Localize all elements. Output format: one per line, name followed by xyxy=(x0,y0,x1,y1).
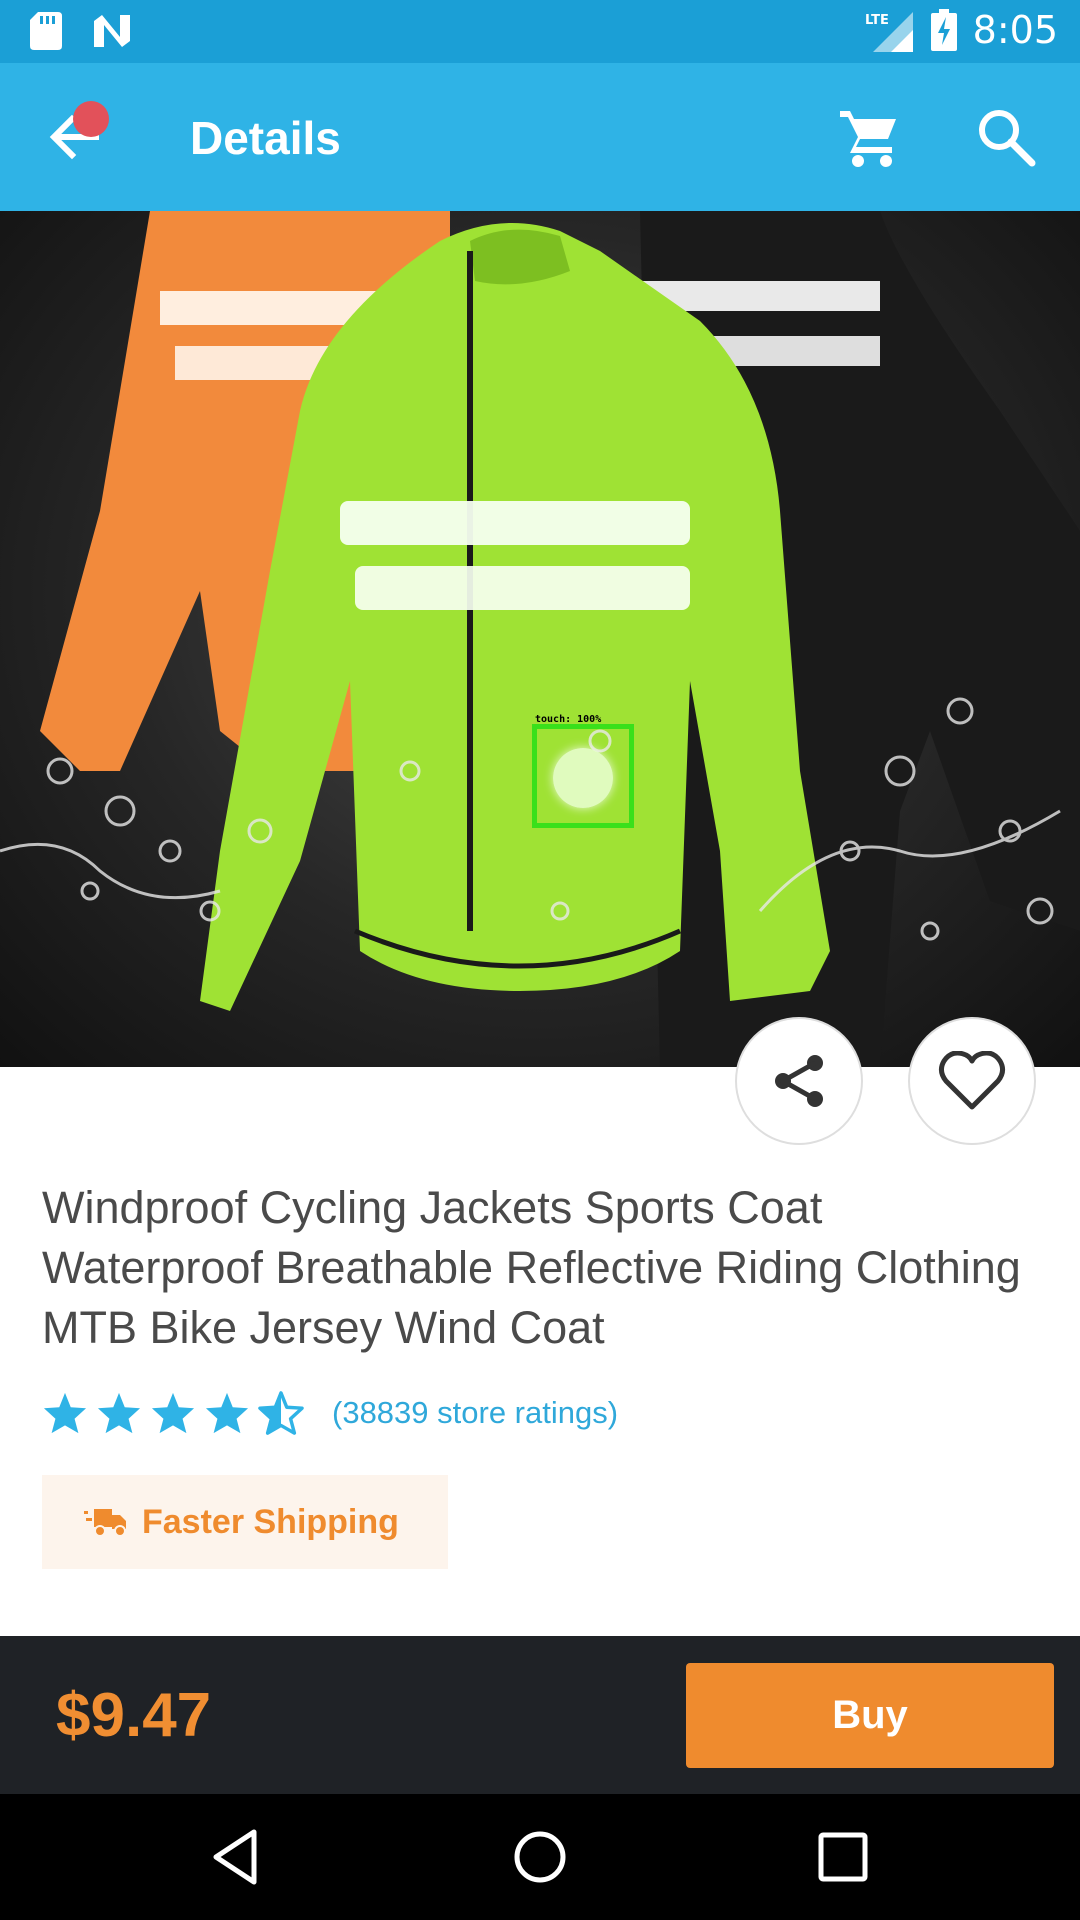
star-full-icon xyxy=(205,1392,249,1434)
status-time: 8:05 xyxy=(972,8,1058,52)
shipping-label: Faster Shipping xyxy=(142,1502,399,1541)
product-image[interactable]: touch: 100% xyxy=(0,211,1080,1067)
svg-text:LTE: LTE xyxy=(865,13,889,28)
star-full-icon xyxy=(151,1392,195,1434)
delivery-truck-icon xyxy=(84,1509,126,1537)
star-rating xyxy=(42,1391,304,1435)
buy-button[interactable]: Buy xyxy=(686,1663,1054,1768)
jacket-illustration xyxy=(0,211,1080,1067)
page-title: Details xyxy=(190,112,341,164)
touch-indicator-dot xyxy=(553,748,613,808)
rating-row[interactable]: (38839 store ratings) xyxy=(42,1391,618,1435)
share-button[interactable] xyxy=(735,1017,863,1145)
nav-back-icon[interactable] xyxy=(204,1824,270,1890)
sd-card-icon xyxy=(30,12,62,50)
app-bar: Details xyxy=(0,63,1080,211)
lte-signal-icon: LTE xyxy=(865,12,913,52)
favorite-button[interactable] xyxy=(908,1017,1036,1145)
rating-count-link[interactable]: (38839 store ratings) xyxy=(332,1395,618,1431)
system-nav-bar xyxy=(0,1794,1080,1920)
shipping-badge: Faster Shipping xyxy=(42,1475,448,1569)
shopping-cart-icon[interactable] xyxy=(838,107,900,169)
nav-recents-icon[interactable] xyxy=(810,1824,876,1890)
price: $9.47 xyxy=(56,1681,212,1750)
product-title: Windproof Cycling Jackets Sports Coat Wa… xyxy=(42,1182,1021,1353)
status-bar: LTE 8:05 xyxy=(0,0,1080,63)
search-icon[interactable] xyxy=(976,107,1036,167)
nav-home-icon[interactable] xyxy=(507,1824,573,1890)
n-notification-icon xyxy=(94,15,130,47)
star-half-icon xyxy=(258,1391,304,1435)
notification-dot xyxy=(73,101,109,137)
share-icon xyxy=(775,1055,823,1107)
buy-bar: $9.47 Buy xyxy=(0,1636,1080,1794)
battery-charging-icon xyxy=(930,9,957,51)
star-full-icon xyxy=(43,1392,87,1434)
star-full-icon xyxy=(97,1392,141,1434)
heart-outline-icon xyxy=(938,1051,1006,1110)
